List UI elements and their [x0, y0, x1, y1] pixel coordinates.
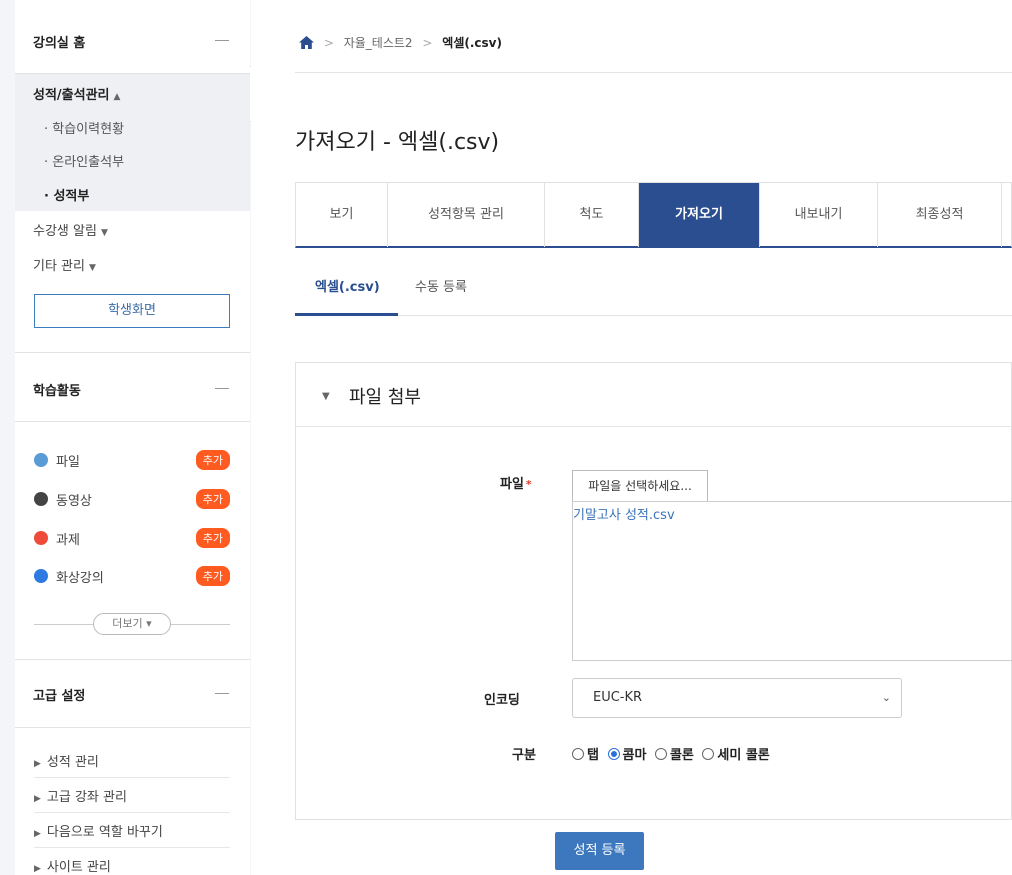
file-label: 파일 * — [500, 477, 532, 492]
triangle-right-icon: ▶ — [34, 794, 41, 804]
activity-label: 파일 — [56, 455, 80, 470]
collapse-minus-icon[interactable] — [215, 388, 229, 389]
assignment-icon — [34, 531, 48, 545]
subtab-manual-entry[interactable]: 수동 등록 — [415, 276, 467, 295]
file-attach-panel: ▼ 파일 첨부 파일 * 파일을 선택하세요... 기말고사 성적.csv 인코딩… — [295, 362, 1012, 820]
radio-colon[interactable] — [654, 748, 667, 760]
triangle-right-icon: ▶ — [34, 759, 41, 769]
radio-comma[interactable] — [607, 748, 620, 760]
radio-label: 콤마 — [622, 748, 647, 763]
panel-header[interactable]: ▼ 파일 첨부 — [296, 363, 1011, 427]
advanced-item-course-manage[interactable]: ▶ 고급 강좌 관리 — [34, 786, 230, 813]
encoding-label: 인코딩 — [484, 693, 520, 708]
add-file-button[interactable]: 추가 — [195, 450, 230, 470]
caret-down-icon: ▼ — [88, 263, 96, 273]
section-title: 파일 첨부 — [349, 387, 421, 408]
divider — [15, 727, 250, 728]
student-notice-label: 수강생 알림 — [33, 224, 97, 239]
sidebar: 강의실 홈 성적/출석관리 ▲ · 학습이력현황 · 온라인출석부 · 성적부 수… — [0, 0, 250, 875]
add-video-button[interactable]: 추가 — [195, 489, 230, 509]
page-title: 가져오기 - 엑셀(.csv) — [295, 130, 500, 155]
activity-label: 과제 — [56, 533, 80, 548]
encoding-select[interactable]: EUC-KR ⌄ — [572, 678, 902, 718]
file-drop-area[interactable]: 기말고사 성적.csv — [572, 501, 1012, 661]
advanced-item-grade-manage[interactable]: ▶ 성적 관리 — [34, 751, 230, 778]
student-view-button[interactable]: 학생화면 — [34, 294, 230, 328]
radio-label: 세미 콜론 — [717, 748, 770, 763]
activity-label: 화상강의 — [56, 571, 104, 586]
more-button[interactable]: 더보기 ▾ — [93, 613, 171, 635]
main-content: > 자율_테스트2 > 엑셀(.csv) 가져오기 - 엑셀(.csv) 보기 … — [251, 0, 1012, 875]
chevron-down-icon: ▾ — [146, 617, 152, 630]
divider — [15, 421, 250, 422]
caret-up-icon: ▲ — [113, 92, 121, 102]
other-manage-menu[interactable]: 기타 관리 ▼ — [33, 255, 96, 274]
tab-view[interactable]: 보기 — [296, 183, 388, 247]
sidebar-item-online-attendance[interactable]: · 온라인출석부 — [44, 151, 124, 170]
required-mark: * — [525, 478, 532, 491]
radio-label: 탭 — [587, 748, 599, 763]
home-icon[interactable] — [299, 36, 314, 52]
tab-grade-items[interactable]: 성적항목 관리 — [388, 183, 545, 247]
activity-file[interactable]: 파일 추가 — [34, 450, 230, 470]
activities-title: 학습활동 — [33, 384, 81, 399]
grade-tabs: 보기 성적항목 관리 척도 가져오기 내보내기 최종성적 — [295, 182, 1012, 248]
video-play-icon — [34, 492, 48, 506]
collapse-triangle-down-icon: ▼ — [322, 391, 330, 402]
attached-file-link[interactable]: 기말고사 성적.csv — [573, 504, 675, 523]
radio-label: 콜론 — [669, 748, 694, 763]
nav-block-header: 강의실 홈 — [33, 32, 229, 51]
video-lecture-icon — [34, 569, 48, 583]
add-video-lecture-button[interactable]: 추가 — [195, 566, 230, 586]
sidebar-item-learning-history[interactable]: · 학습이력현황 — [44, 118, 124, 137]
chevron-down-icon: ⌄ — [881, 691, 891, 704]
divider — [295, 72, 1012, 73]
student-notice-menu[interactable]: 수강생 알림 ▼ — [33, 220, 108, 239]
activity-label: 동영상 — [56, 494, 92, 509]
breadcrumb-separator-icon: > — [323, 36, 334, 50]
import-subtabs: 엑셀(.csv) 수동 등록 — [295, 276, 1012, 316]
submit-grades-button[interactable]: 성적 등록 — [555, 832, 644, 870]
choose-file-button[interactable]: 파일을 선택하세요... — [572, 470, 708, 502]
active-subtab-indicator — [295, 313, 398, 316]
separator-radio-group: 탭 콤마 콜론 세미 콜론 — [572, 744, 774, 763]
advanced-title: 고급 설정 — [33, 689, 86, 704]
advanced-item-switch-role[interactable]: ▶ 다음으로 역할 바꾸기 — [34, 821, 230, 848]
divider — [34, 847, 230, 848]
divider — [34, 777, 230, 778]
file-icon — [34, 453, 48, 467]
encoding-value: EUC-KR — [593, 690, 643, 705]
divider — [34, 812, 230, 813]
breadcrumb-current: 엑셀(.csv) — [442, 36, 502, 50]
triangle-right-icon: ▶ — [34, 864, 41, 874]
tab-export[interactable]: 내보내기 — [760, 183, 878, 247]
add-assignment-button[interactable]: 추가 — [195, 528, 230, 548]
subtab-excel-csv[interactable]: 엑셀(.csv) — [315, 276, 380, 295]
tab-scale[interactable]: 척도 — [545, 183, 639, 247]
breadcrumb-separator-icon: > — [422, 36, 433, 50]
breadcrumb: > 자율_테스트2 > 엑셀(.csv) — [299, 34, 502, 52]
advanced-item-site-admin[interactable]: ▶ 사이트 관리 — [34, 856, 230, 875]
activity-assignment[interactable]: 과제 추가 — [34, 528, 230, 548]
course-home-link[interactable]: 강의실 홈 — [33, 36, 85, 51]
collapse-minus-icon[interactable] — [215, 40, 229, 41]
grade-attendance-menu[interactable]: 성적/출석관리 ▲ — [33, 84, 120, 103]
grade-attendance-label: 성적/출석관리 — [33, 88, 110, 103]
breadcrumb-course-link[interactable]: 자율_테스트2 — [344, 36, 413, 50]
activity-video[interactable]: 동영상 추가 — [34, 489, 230, 509]
other-manage-label: 기타 관리 — [33, 259, 85, 274]
caret-down-icon: ▼ — [100, 228, 108, 238]
collapse-minus-icon[interactable] — [215, 693, 229, 694]
radio-semicolon[interactable] — [702, 748, 715, 760]
separator-label: 구분 — [512, 748, 536, 763]
sidebar-item-gradebook[interactable]: · 성적부 — [44, 185, 89, 204]
tab-import[interactable]: 가져오기 — [639, 183, 760, 247]
tab-final-grade[interactable]: 최종성적 — [878, 183, 1002, 247]
radio-tab[interactable] — [572, 748, 584, 760]
triangle-right-icon: ▶ — [34, 829, 41, 839]
activity-video-lecture[interactable]: 화상강의 추가 — [34, 566, 230, 586]
